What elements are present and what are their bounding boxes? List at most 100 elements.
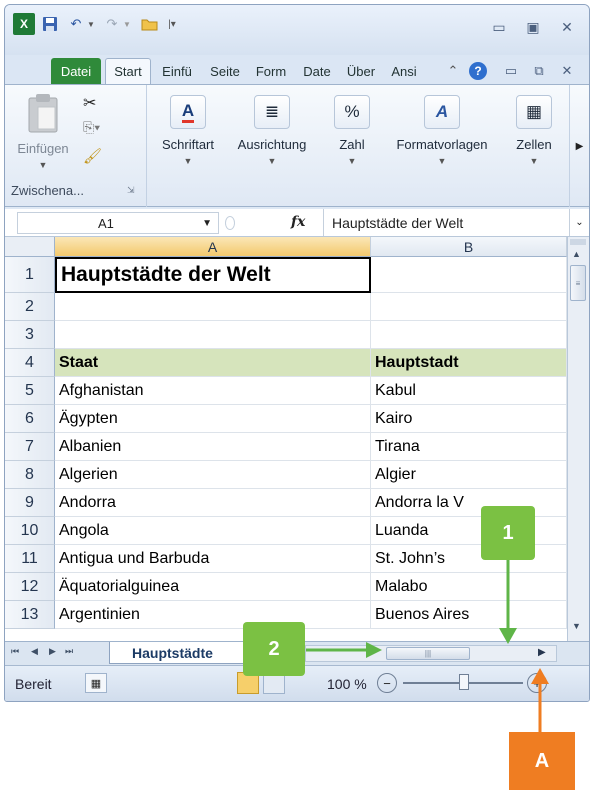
macro-record-icon[interactable]: ▦ (85, 673, 107, 693)
select-all-corner[interactable] (5, 237, 55, 257)
chevron-down-icon[interactable]: ▼ (85, 13, 97, 35)
customize-qat-icon[interactable]: |▾ (165, 13, 179, 35)
help-icon[interactable]: ? (467, 58, 489, 84)
copy-icon[interactable]: ⎘▾ (83, 119, 100, 136)
zoom-out-icon[interactable]: − (377, 673, 397, 693)
cell-a[interactable]: Hauptstädte der Welt (55, 257, 371, 293)
row-header[interactable]: 10 (5, 517, 55, 545)
next-sheet-icon[interactable]: ▶ (49, 646, 56, 657)
tab-ansicht[interactable]: Ansi (385, 58, 423, 84)
maximize-icon[interactable]: ▣ (521, 17, 545, 37)
row-header[interactable]: 2 (5, 293, 55, 321)
minimize-icon[interactable]: ▭ (487, 17, 511, 37)
cell-a[interactable] (55, 321, 371, 349)
prev-sheet-icon[interactable]: ◀ (31, 646, 38, 657)
first-sheet-icon[interactable]: ⏮ (11, 646, 19, 657)
undo-icon[interactable]: ↶ (65, 13, 87, 35)
tab-seitenlayout[interactable]: Seite (203, 58, 247, 84)
formula-splitter[interactable] (225, 216, 235, 230)
open-folder-icon[interactable] (139, 13, 161, 35)
cell-a[interactable] (55, 293, 371, 321)
font-button[interactable]: A Schriftart ▼ (151, 95, 225, 166)
column-header-b[interactable]: B (371, 237, 567, 257)
cell-a[interactable]: Albanien (55, 433, 371, 461)
restore-icon[interactable]: ⧉ (529, 58, 549, 84)
zoom-slider[interactable] (403, 674, 523, 690)
cell-a[interactable]: Antigua und Barbuda (55, 545, 371, 573)
tab-einfuegen[interactable]: Einfü (155, 58, 199, 84)
split-box[interactable] (570, 239, 586, 245)
format-painter-icon[interactable]: 🖌 (83, 147, 102, 165)
cell-a[interactable]: Angola (55, 517, 371, 545)
column-header-a[interactable]: A (55, 237, 371, 257)
row-header[interactable]: 8 (5, 461, 55, 489)
fx-icon[interactable]: fx (291, 214, 305, 230)
ribbon-scroll-right-icon[interactable]: ▶ (569, 85, 589, 207)
minimize-icon[interactable]: ▭ (501, 58, 521, 84)
number-button[interactable]: % Zahl ▼ (327, 95, 377, 166)
dialog-launcher-icon[interactable]: ⇲ (127, 185, 135, 196)
tab-daten[interactable]: Date (297, 58, 337, 84)
scroll-down-icon[interactable]: ▼ (572, 621, 581, 631)
styles-button[interactable]: A Formatvorlagen ▼ (383, 95, 501, 166)
horizontal-scrollbar[interactable]: ||| ▶ (305, 645, 557, 662)
last-sheet-icon[interactable]: ⏭ (65, 646, 73, 657)
scroll-up-icon[interactable]: ▲ (572, 249, 581, 259)
cell-a[interactable]: Afghanistan (55, 377, 371, 405)
cell-b[interactable]: Kabul (371, 377, 567, 405)
cell-b[interactable]: Andorra la V (371, 489, 567, 517)
close-icon[interactable]: ✕ (555, 17, 579, 37)
tab-start[interactable]: Start (105, 58, 151, 84)
h-scroll-thumb[interactable]: ||| (386, 647, 470, 660)
row-header[interactable]: 5 (5, 377, 55, 405)
vertical-scrollbar[interactable]: ▲ ≡ ▼ (567, 237, 589, 641)
zoom-slider-thumb[interactable] (459, 674, 469, 690)
cells-button[interactable]: ▦ Zellen ▼ (507, 95, 561, 166)
row-header[interactable]: 3 (5, 321, 55, 349)
cell-a[interactable]: Staat (55, 349, 371, 377)
formula-input[interactable]: Hauptstädte der Welt (323, 209, 569, 236)
paste-button[interactable]: Einfügen ▼ (13, 93, 73, 173)
cell-a[interactable]: Ägypten (55, 405, 371, 433)
cell-b[interactable]: Hauptstadt (371, 349, 567, 377)
collapse-ribbon-icon[interactable]: ⌃ (443, 58, 463, 84)
cell-b[interactable] (371, 321, 567, 349)
row-header[interactable]: 13 (5, 601, 55, 629)
cell-b[interactable]: Buenos Aires (371, 601, 567, 629)
cut-icon[interactable]: ✂ (83, 93, 96, 113)
cell-b[interactable]: Kairo (371, 405, 567, 433)
expand-formula-icon[interactable]: ⌄ (569, 209, 589, 236)
row-header[interactable]: 12 (5, 573, 55, 601)
chevron-down-icon[interactable]: ▼ (121, 13, 133, 35)
alignment-button[interactable]: ≣ Ausrichtung ▼ (227, 95, 317, 166)
tab-formeln[interactable]: Form (251, 58, 291, 84)
row-header[interactable]: 6 (5, 405, 55, 433)
row-header[interactable]: 4 (5, 349, 55, 377)
save-icon[interactable] (39, 13, 61, 35)
cell-b[interactable] (371, 257, 567, 293)
cell-b[interactable]: Tirana (371, 433, 567, 461)
zoom-level[interactable]: 100 % (327, 676, 367, 692)
excel-logo-icon[interactable]: X (13, 13, 35, 35)
redo-icon[interactable]: ↷ (101, 13, 123, 35)
tab-ueberpruefen[interactable]: Über (341, 58, 381, 84)
tab-datei[interactable]: Datei (51, 58, 101, 84)
cell-b[interactable]: Malabo (371, 573, 567, 601)
cell-a[interactable]: Äquatorialguinea (55, 573, 371, 601)
name-box[interactable]: A1 ▼ (17, 212, 219, 234)
scroll-thumb[interactable]: ≡ (570, 265, 586, 301)
cell-b[interactable] (371, 293, 567, 321)
row-header[interactable]: 7 (5, 433, 55, 461)
cell-b[interactable]: Luanda (371, 517, 567, 545)
cell-b[interactable]: St. John’s (371, 545, 567, 573)
row-header[interactable]: 1 (5, 257, 55, 293)
zoom-in-icon[interactable]: + (527, 673, 547, 693)
close-icon[interactable]: ✕ (557, 58, 577, 84)
sheet-tab[interactable]: Hauptstädte (109, 642, 249, 664)
cell-a[interactable]: Algerien (55, 461, 371, 489)
row-header[interactable]: 11 (5, 545, 55, 573)
row-header[interactable]: 9 (5, 489, 55, 517)
cell-a[interactable]: Argentinien (55, 601, 371, 629)
worksheet-grid[interactable]: A B 1 Hauptstädte der Welt 2 3 4 Staat Hauptst… (5, 237, 567, 641)
cell-a[interactable]: Andorra (55, 489, 371, 517)
